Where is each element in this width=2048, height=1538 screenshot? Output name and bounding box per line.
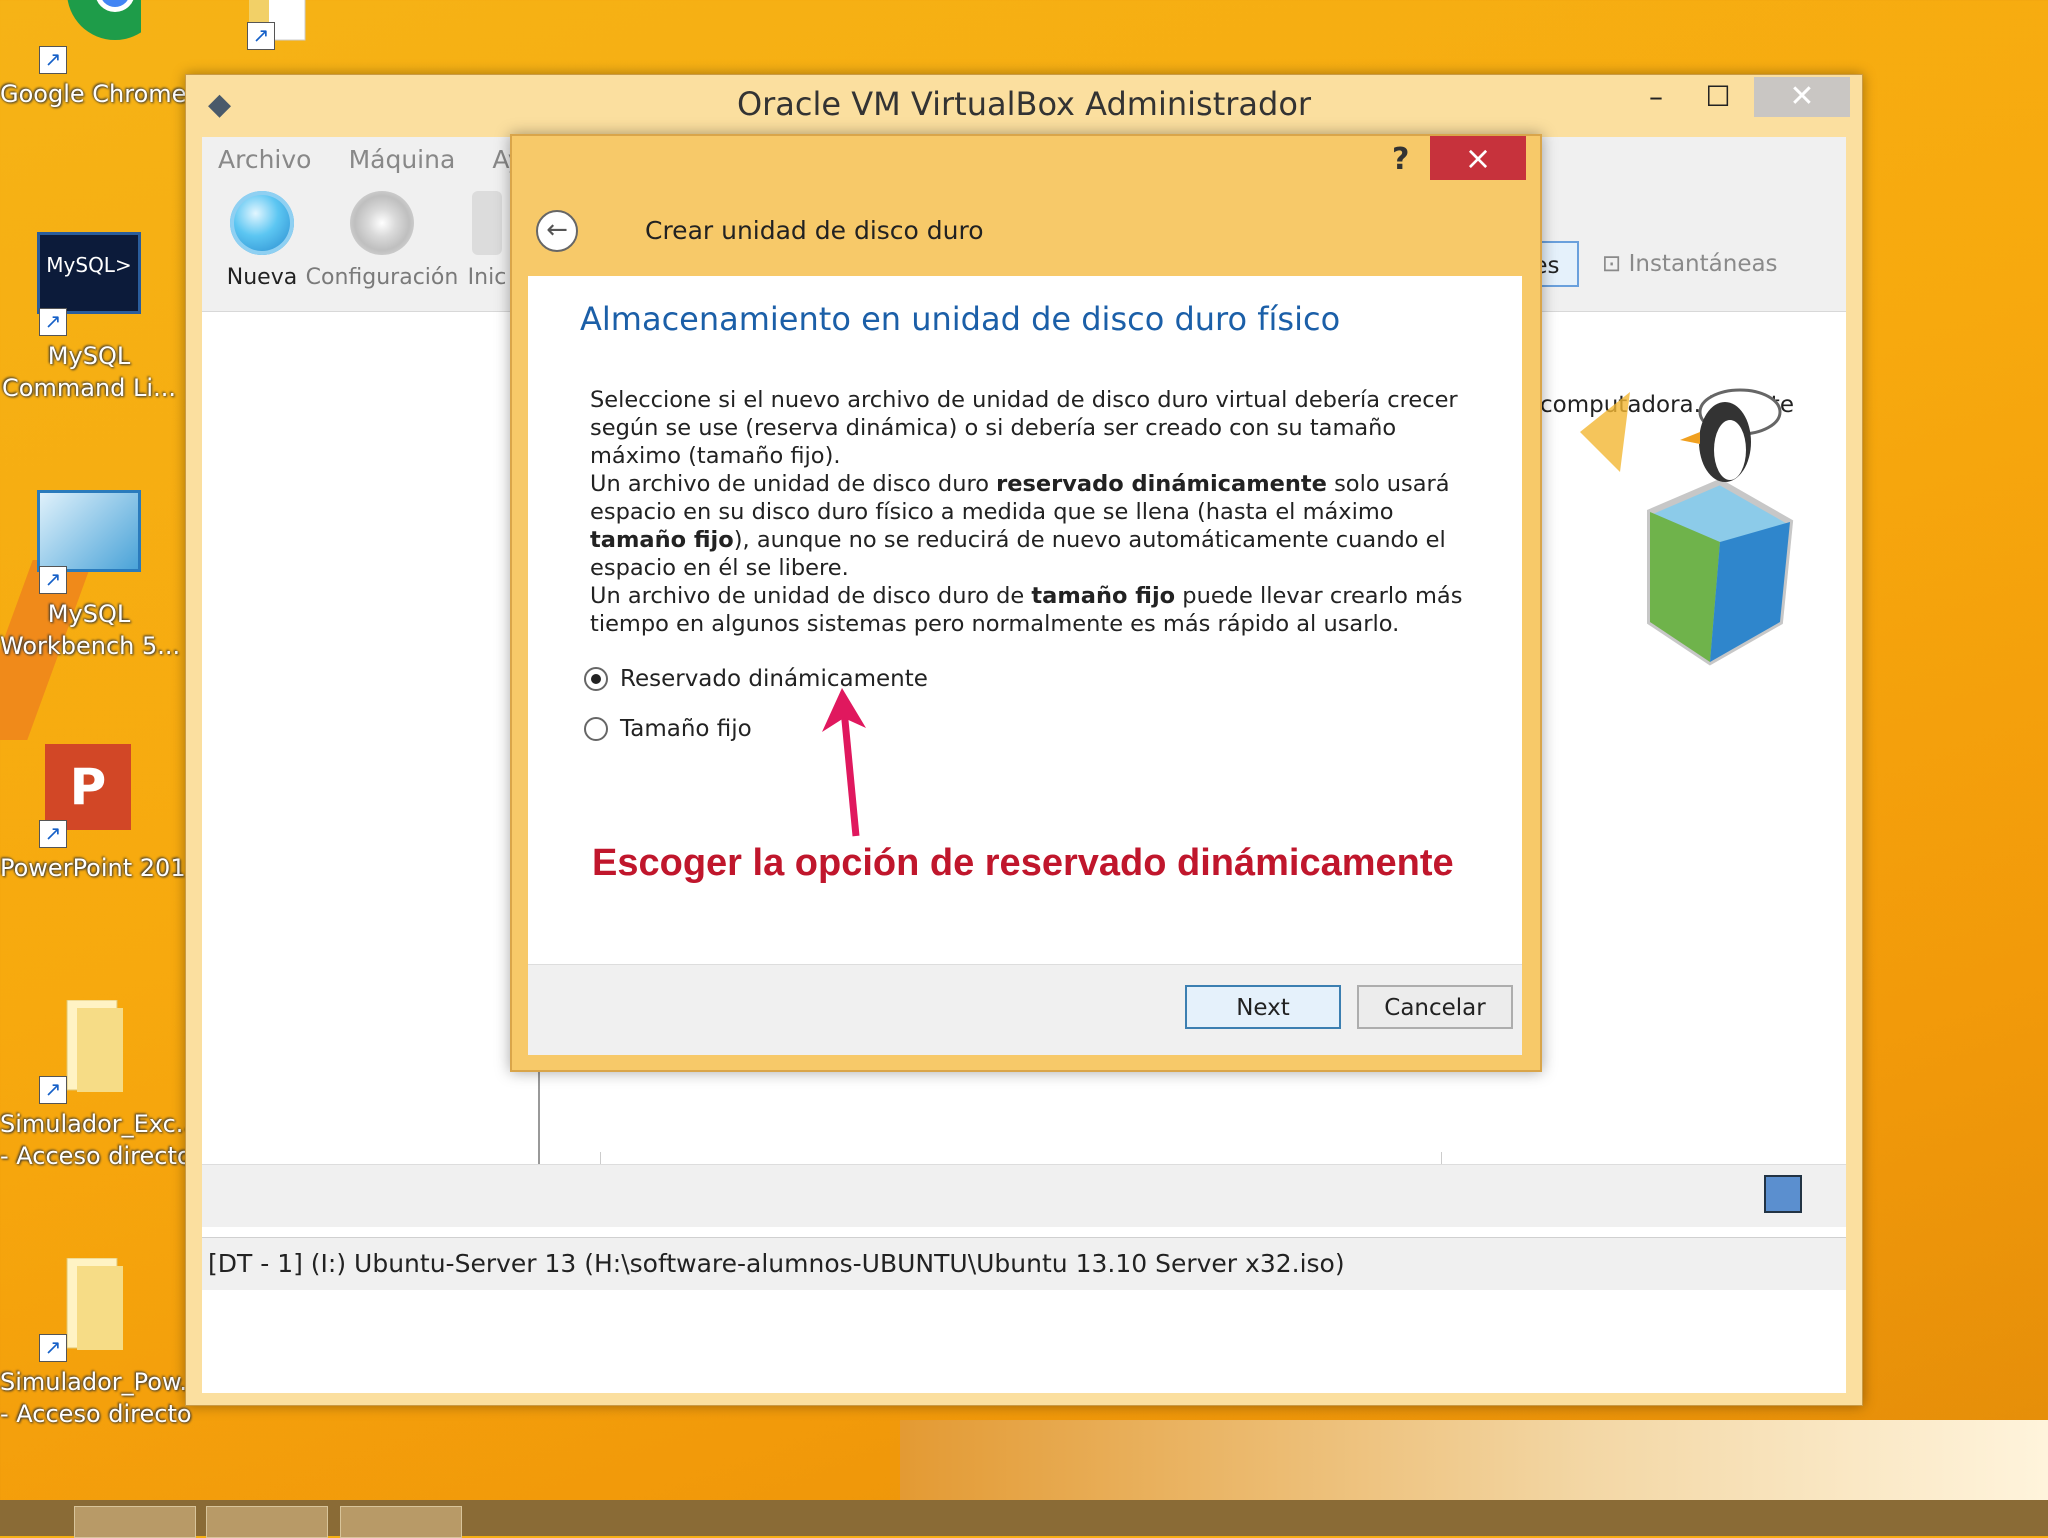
preview-window-icon[interactable] <box>1764 1175 1802 1213</box>
settings-button[interactable]: Configuración <box>302 191 462 290</box>
folder-icon: ↗ <box>37 999 141 1104</box>
virtualbox-penguin-mascot <box>1580 388 1794 666</box>
text-run: Un archivo de unidad de disco duro de <box>590 583 1032 609</box>
desktop-icon-powerpoint[interactable]: P ↗ PowerPoint 2013 <box>0 744 201 884</box>
radio-dynamic-label[interactable]: Reservado dinámicamente <box>620 666 928 692</box>
radio-dynamic[interactable]: Reservado dinámicamente <box>584 666 928 692</box>
shortcut-arrow-icon: ↗ <box>39 566 67 594</box>
folder-icon: ↗ <box>37 1257 141 1362</box>
window-titlebar[interactable]: ◆ Oracle VM VirtualBox Administrador – ☐… <box>186 75 1862 135</box>
dialog-footer: Next Cancelar <box>528 964 1522 1055</box>
window-close-icon[interactable]: ✕ <box>1754 77 1850 117</box>
radio-dynamic-button[interactable] <box>584 667 608 691</box>
back-arrow-icon[interactable]: ← <box>536 210 578 252</box>
desktop-floor <box>900 1420 2048 1500</box>
description-paragraph-2: Un archivo de unidad de disco duro reser… <box>590 470 1490 582</box>
desktop-icon-simulador-pow[interactable]: ↗ Simulador_Pow... - Acceso directo <box>0 1257 203 1430</box>
status-bar: [DT - 1] (I:) Ubuntu-Server 13 (H:\softw… <box>202 1237 1846 1290</box>
desktop-icon-label: MySQL Command Li... <box>2 342 176 402</box>
taskbar-item-browser[interactable] <box>74 1506 196 1538</box>
start-arrow-icon <box>472 191 502 255</box>
radio-fixed-label[interactable]: Tamaño fijo <box>620 716 752 742</box>
page-heading: Almacenamiento en unidad de disco duro f… <box>580 300 1341 338</box>
radio-fixed-button[interactable] <box>584 717 608 741</box>
next-button[interactable]: Next <box>1185 985 1341 1029</box>
shortcut-arrow-icon: ↗ <box>39 820 67 848</box>
new-sun-icon <box>230 191 294 255</box>
desktop-icon-label: Simulador_Pow... - Acceso directo <box>0 1368 203 1428</box>
gear-icon <box>350 191 414 255</box>
bold-text-run: reservado dinámicamente <box>996 471 1327 497</box>
dialog-title: Crear unidad de disco duro <box>645 216 984 245</box>
annotation-arrow-icon <box>822 688 866 837</box>
window-title: Oracle VM VirtualBox Administrador <box>736 85 1312 123</box>
description-paragraph-1: Seleccione si el nuevo archivo de unidad… <box>590 387 1458 469</box>
bottom-pane <box>202 1164 1846 1227</box>
tab-snapshots[interactable]: ⊡ Instantáneas <box>1602 241 1802 287</box>
maximize-icon[interactable]: ☐ <box>1696 77 1740 117</box>
desktop-icon-folder-top[interactable]: ↗ <box>230 0 330 54</box>
description-paragraph-3: Un archivo de unidad de disco duro de ta… <box>590 582 1490 638</box>
start-label: Inic <box>467 265 507 290</box>
folder-icon: ↗ <box>245 0 315 50</box>
taskbar-item-virtualbox[interactable] <box>340 1506 462 1538</box>
taskbar-item-powerpoint[interactable] <box>206 1506 328 1538</box>
taskbar <box>0 1500 2048 1538</box>
menu-archivo[interactable]: Archivo <box>202 137 327 183</box>
desktop-icon-label: MySQL Workbench 5... <box>0 600 181 660</box>
radio-fixed[interactable]: Tamaño fijo <box>584 716 752 742</box>
shortcut-arrow-icon: ↗ <box>39 46 67 74</box>
desktop-icon-label: PowerPoint 2013 <box>0 854 201 882</box>
shortcut-arrow-icon: ↗ <box>39 308 67 336</box>
mysql-terminal-icon: MySQL> ↗ <box>37 232 141 336</box>
minimize-icon[interactable]: – <box>1636 77 1676 117</box>
chrome-icon: ↗ <box>37 0 163 74</box>
create-hard-disk-dialog: ? × ← Crear unidad de disco duro Almacen… <box>510 134 1542 1072</box>
menu-maquina[interactable]: Máquina <box>333 137 472 183</box>
bold-text-run: tamaño fijo <box>590 527 734 553</box>
camera-icon: ⊡ <box>1602 251 1629 277</box>
cancel-button[interactable]: Cancelar <box>1357 985 1513 1029</box>
dialog-close-button[interactable]: × <box>1430 136 1526 180</box>
dialog-content: Almacenamiento en unidad de disco duro f… <box>528 276 1522 1055</box>
shortcut-arrow-icon: ↗ <box>247 22 275 50</box>
shortcut-arrow-icon: ↗ <box>39 1076 67 1104</box>
start-button[interactable]: Inic <box>462 191 512 290</box>
powerpoint-icon: P ↗ <box>37 744 141 848</box>
help-button[interactable]: ? <box>1392 142 1409 177</box>
new-vm-label: Nueva <box>226 265 298 290</box>
vm-list-pane[interactable] <box>202 312 540 1164</box>
tab-snapshots-label: Instantáneas <box>1628 251 1778 277</box>
desktop-icon-simulador-exc[interactable]: ↗ Simulador_Exc... - Acceso directo <box>0 999 199 1172</box>
annotation-text: Escoger la opción de reservado dinámicam… <box>592 842 1454 884</box>
shortcut-arrow-icon: ↗ <box>39 1334 67 1362</box>
desktop-icon-mysql-command-line[interactable]: MySQL> ↗ MySQL Command Li... <box>0 232 178 404</box>
settings-label: Configuración <box>305 265 459 290</box>
bold-text-run: tamaño fijo <box>1031 583 1176 609</box>
text-run: Un archivo de unidad de disco duro <box>590 471 997 497</box>
desktop-icon-mysql-workbench[interactable]: ↗ MySQL Workbench 5... <box>0 490 181 662</box>
desktop-icon-label: Simulador_Exc... - Acceso directo <box>0 1110 199 1170</box>
status-text: [DT - 1] (I:) Ubuntu-Server 13 (H:\softw… <box>208 1249 1345 1278</box>
mysql-workbench-icon: ↗ <box>37 490 141 594</box>
desktop-icon-google-chrome[interactable]: ↗ Google Chrome <box>0 0 187 110</box>
desktop-icon-label: Google Chrome <box>0 80 187 108</box>
